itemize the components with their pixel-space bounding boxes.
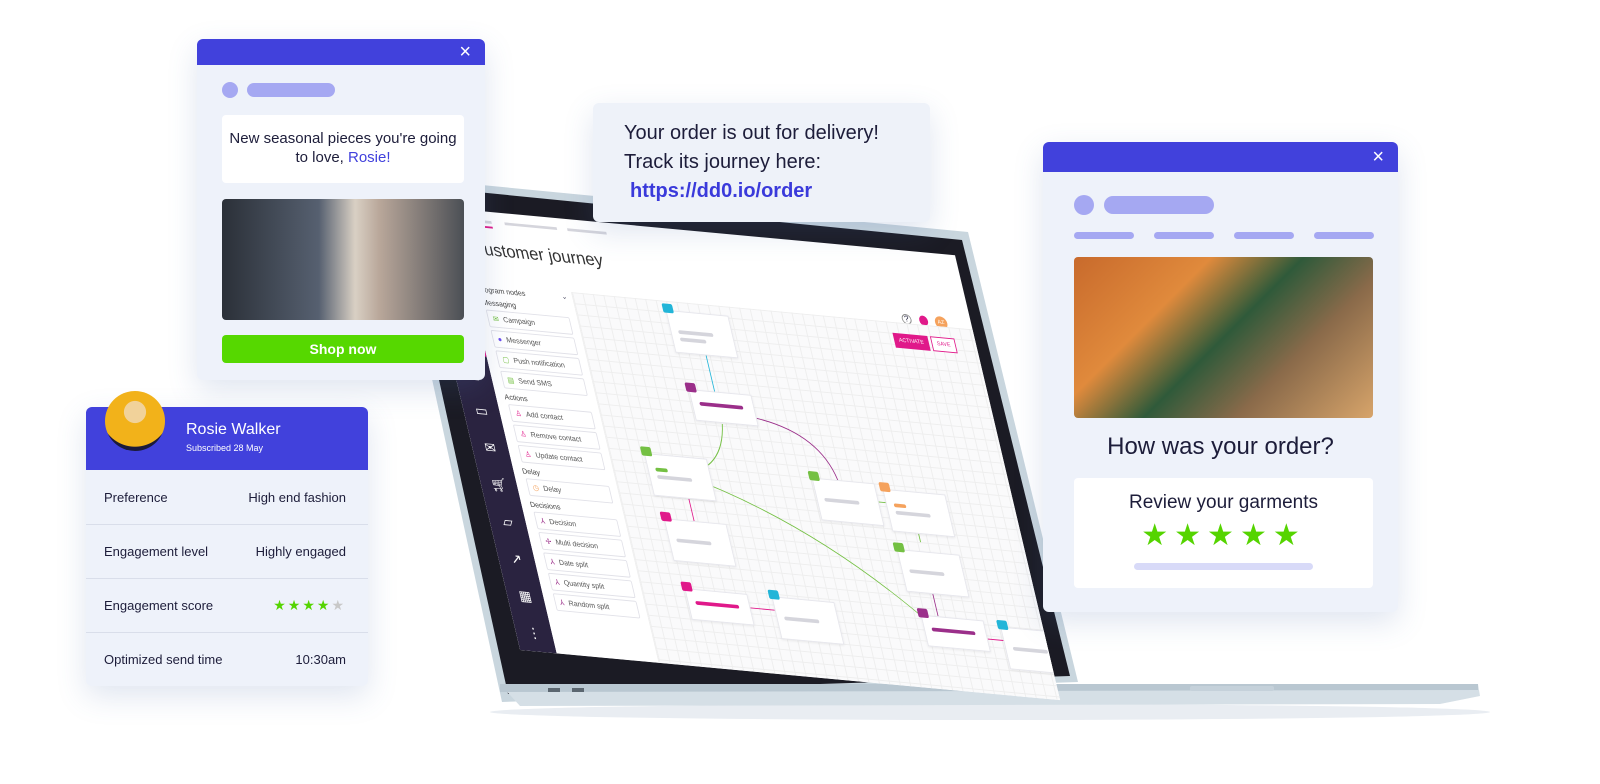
close-icon[interactable]: × — [459, 42, 471, 62]
promo-popup: × New seasonal pieces you're going to lo… — [197, 39, 485, 380]
review-image — [1074, 257, 1373, 418]
review-popup: × How was your order? Review your garmen… — [1043, 142, 1398, 612]
star-icon[interactable]: ★ — [1240, 519, 1273, 552]
placeholder-dot — [1074, 195, 1094, 215]
split-icon: ⅄ — [539, 516, 546, 526]
chevron-down-icon[interactable]: ⌄ — [561, 293, 568, 301]
user-icon: ♙ — [523, 449, 533, 459]
split-icon: ⅄ — [554, 577, 561, 587]
section-label: Decisions — [529, 500, 562, 512]
push-icon: ▢ — [501, 355, 511, 365]
row-label: Preference — [104, 489, 168, 505]
node-label: Messenger — [505, 335, 542, 348]
star-icon[interactable]: ★ — [1141, 519, 1174, 552]
node-label: Campaign — [502, 315, 536, 327]
placeholder-bar — [1154, 232, 1214, 239]
journey-node[interactable] — [639, 446, 717, 502]
star-empty-icon: ★ — [331, 597, 346, 613]
sms-message: Your order is out for delivery! Track it… — [593, 103, 930, 222]
journey-node[interactable] — [684, 382, 759, 427]
page-title: Customer journey — [469, 239, 606, 271]
star-icon[interactable]: ★ — [1174, 519, 1207, 552]
promo-name: Rosie! — [348, 149, 391, 166]
placeholder-bar — [1104, 196, 1214, 214]
close-icon[interactable]: × — [1372, 147, 1384, 167]
node-label: Delay — [542, 484, 563, 495]
node-label: Send SMS — [517, 376, 553, 389]
node-label: Multi decision — [554, 538, 599, 551]
node-label: Date split — [557, 558, 590, 570]
node-label: Random split — [567, 599, 611, 612]
journey-node[interactable] — [878, 481, 956, 538]
sms-line: Your order is out for delivery! — [624, 122, 879, 144]
sms-icon: ▤ — [506, 375, 516, 385]
row-label: Engagement score — [104, 598, 214, 613]
placeholder-dot — [222, 82, 238, 98]
star-rating[interactable]: ★★★★★ — [1074, 518, 1373, 553]
row-value: Highly engaged — [255, 544, 346, 559]
tab[interactable] — [567, 228, 607, 235]
section-label: Actions — [503, 392, 529, 404]
node-label: Quantity split — [562, 578, 606, 591]
split-icon: ⅄ — [549, 557, 556, 567]
profile-row: Engagement level Highly engaged — [86, 524, 368, 578]
section-label: Delay — [521, 466, 541, 477]
engagement-stars: ★★★★★ — [273, 597, 346, 614]
section-label: Messaging — [481, 298, 517, 310]
split-icon: ⅄ — [559, 598, 566, 608]
shop-now-button[interactable]: Shop now — [222, 335, 464, 363]
node-label: Push notification — [512, 356, 566, 370]
promo-text: New seasonal pieces you're going to love… — [229, 130, 457, 166]
row-label: Engagement level — [104, 544, 209, 559]
messenger-icon: ● — [496, 335, 504, 344]
profile-row: Engagement score ★★★★★ — [86, 578, 368, 632]
node-delay[interactable]: ◷ Delay — [525, 478, 614, 504]
star-icon: ★★★★ — [273, 597, 332, 613]
profile-name: Rosie Walker — [186, 421, 281, 438]
journey-node[interactable] — [659, 511, 737, 567]
avatar — [105, 391, 165, 451]
journey-node[interactable] — [767, 589, 845, 645]
placeholder-bar — [1234, 232, 1294, 239]
placeholder-bar — [1074, 232, 1134, 239]
node-label: Remove contact — [529, 430, 583, 444]
popup-header: × — [1043, 142, 1398, 172]
tab[interactable] — [504, 222, 558, 231]
user-icon: ♙ — [519, 429, 528, 439]
placeholder-bar — [1314, 232, 1374, 239]
subscribed-date: Subscribed 28 May — [186, 443, 264, 453]
node-label: Add contact — [524, 410, 564, 422]
journey-node[interactable] — [807, 470, 885, 527]
split-icon: ✢ — [544, 537, 553, 546]
profile-row: Optimized send time 10:30am — [86, 632, 368, 686]
node-label: Update contact — [534, 450, 584, 464]
review-title: How was your order? — [1107, 433, 1334, 460]
row-label: Optimized send time — [104, 652, 223, 667]
sms-line: Track its journey here: — [624, 151, 822, 173]
tracking-link[interactable]: https://dd0.io/order — [624, 177, 930, 206]
star-icon[interactable]: ★ — [1207, 519, 1240, 552]
review-box: Review your garments ★★★★★ — [1074, 478, 1373, 588]
popup-header: × — [197, 39, 485, 65]
journey-node[interactable] — [661, 303, 739, 359]
save-button[interactable]: SAVE — [929, 336, 958, 354]
mail-icon: ✉ — [492, 314, 500, 324]
profile-card: Rosie Walker Subscribed 28 May Preferenc… — [86, 391, 368, 686]
profile-header: Rosie Walker Subscribed 28 May — [86, 391, 368, 470]
journey-node[interactable] — [892, 542, 970, 598]
journey-node[interactable] — [680, 581, 755, 626]
placeholder-bar — [247, 83, 335, 97]
user-icon: ♙ — [514, 409, 523, 419]
node-label: Decision — [548, 517, 578, 529]
journey-node[interactable] — [916, 607, 991, 653]
row-value: 10:30am — [295, 652, 346, 667]
clock-icon: ◷ — [531, 483, 540, 493]
profile-row: Preference High end fashion — [86, 470, 368, 524]
review-subtitle: Review your garments — [1128, 492, 1319, 513]
promo-image — [222, 199, 464, 320]
star-icon[interactable]: ★ — [1273, 519, 1306, 552]
promo-message: New seasonal pieces you're going to love… — [222, 115, 464, 183]
row-value: High end fashion — [248, 489, 346, 505]
placeholder-bar — [1134, 563, 1313, 570]
